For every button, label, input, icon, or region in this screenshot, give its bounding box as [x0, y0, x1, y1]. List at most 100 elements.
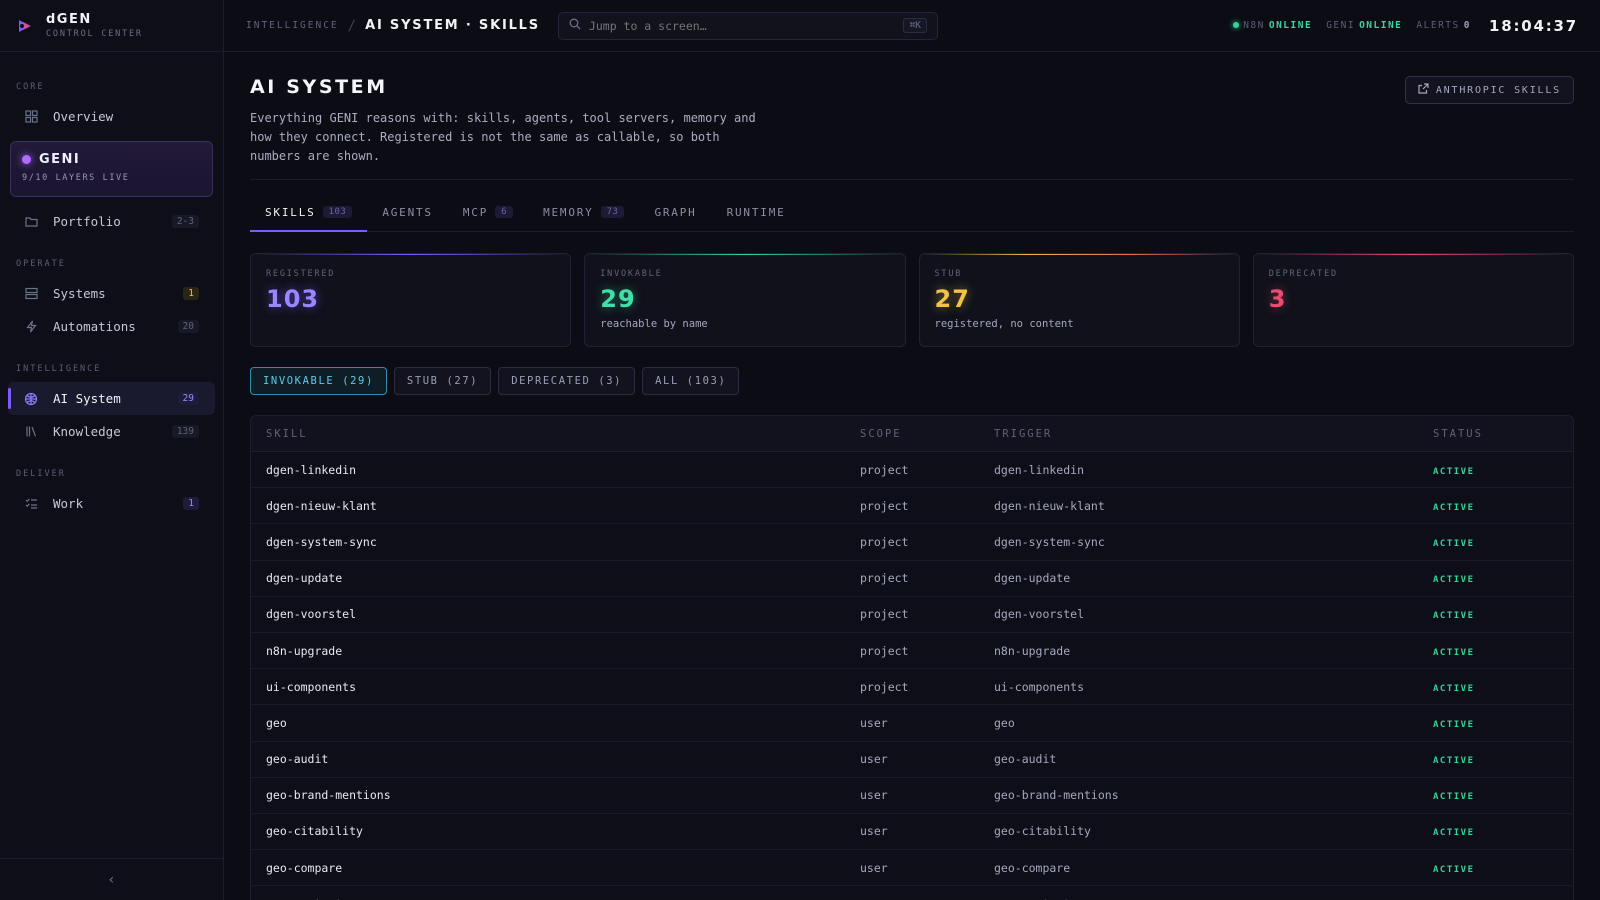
status-group: N8N ONLINE GENI ONLINE ALERTS 0 18:04:37 [1233, 17, 1578, 35]
table-row[interactable]: geo-citability user geo-citability ACTIVE [251, 814, 1573, 851]
tab-memory[interactable]: MEMORY 73 [528, 193, 639, 231]
nav-section-intelligence: INTELLIGENCE [16, 364, 102, 374]
tab-label: GRAPH [654, 205, 697, 219]
sidebar: dGEN CONTROL CENTER CORE Overview GENI 9… [0, 0, 224, 900]
status-cell: ACTIVE [1433, 824, 1573, 838]
table-row[interactable]: n8n-upgrade project n8n-upgrade ACTIVE [251, 633, 1573, 670]
table-row[interactable]: geo user geo ACTIVE [251, 705, 1573, 742]
status-badge: ACTIVE [1433, 502, 1475, 513]
table-row[interactable]: dgen-linkedin project dgen-linkedin ACTIVE [251, 452, 1573, 489]
list-check-icon [24, 497, 38, 511]
column-header-trigger[interactable]: TRIGGER [994, 428, 1433, 440]
table-row[interactable]: dgen-voorstel project dgen-voorstel ACTIVE [251, 597, 1573, 633]
skill-cell: dgen-system-sync [266, 534, 377, 549]
stat-label: REGISTERED [266, 269, 336, 279]
status-cell: ACTIVE [1433, 499, 1573, 513]
geni-card[interactable]: GENI 9/10 LAYERS LIVE [10, 141, 213, 197]
filter-deprecated-button[interactable]: DEPRECATED (3) [498, 367, 636, 395]
tab-label: AGENTS [382, 205, 433, 219]
sidebar-item-ai-system[interactable]: AI System 29 [8, 382, 215, 415]
sidebar-item-label: Portfolio [53, 214, 121, 229]
server-icon [24, 287, 38, 301]
tab-graph[interactable]: GRAPH [639, 193, 711, 231]
geni-subtitle: 9/10 LAYERS LIVE [22, 173, 130, 183]
sidebar-item-automations[interactable]: Automations 20 [8, 310, 215, 343]
brand-subtitle: CONTROL CENTER [46, 28, 143, 39]
table-row[interactable]: geo-compare user geo-compare ACTIVE [251, 850, 1573, 887]
stat-label: INVOKABLE [600, 269, 663, 279]
status-badge: ACTIVE [1433, 611, 1475, 622]
scope-cell: project [860, 534, 909, 549]
main-area: INTELLIGENCE / AI SYSTEM · SKILLS ⌘K N8N… [224, 0, 1600, 900]
trigger-cell: geo-citability [994, 824, 1091, 839]
n8n-status-value: ONLINE [1268, 20, 1313, 31]
status-cell: ACTIVE [1433, 571, 1573, 585]
n8n-status: N8N ONLINE [1233, 20, 1312, 31]
content: AI SYSTEM Everything GENI reasons with: … [224, 52, 1600, 900]
trigger-cell: geo [994, 715, 1015, 730]
sidebar-item-overview[interactable]: Overview [8, 100, 215, 133]
status-badge: ACTIVE [1433, 828, 1475, 839]
status-badge: ACTIVE [1433, 575, 1475, 586]
search-icon [569, 18, 581, 33]
scope-cell: project [860, 679, 909, 694]
grid-icon [24, 110, 38, 124]
search-input[interactable] [588, 18, 904, 33]
nav-section-deliver: DELIVER [16, 469, 66, 479]
stat-label: DEPRECATED [1268, 269, 1338, 279]
filter-all-button[interactable]: ALL (103) [642, 367, 740, 395]
skill-cell: dgen-linkedin [266, 462, 357, 477]
tab-mcp[interactable]: MCP 6 [448, 193, 528, 231]
filter-stub-button[interactable]: STUB (27) [393, 367, 492, 395]
sidebar-item-portfolio[interactable]: Portfolio 2-3 [8, 205, 215, 238]
table-row[interactable]: dgen-system-sync project dgen-system-sync A… [251, 524, 1573, 561]
trigger-cell: geo-audit [994, 752, 1057, 767]
tab-agents[interactable]: AGENTS [367, 193, 448, 231]
sidebar-item-label: Systems [53, 286, 106, 301]
status-badge: ACTIVE [1433, 538, 1475, 549]
n8n-status-key: N8N [1243, 20, 1265, 31]
table-row[interactable]: geo-audit user geo-audit ACTIVE [251, 742, 1573, 778]
skills-table: SKILL SCOPE TRIGGER STATUS dgen-linkedin… [250, 415, 1574, 900]
tab-runtime[interactable]: RUNTIME [712, 193, 801, 231]
tab-label: SKILLS [265, 205, 316, 219]
tab-count: 103 [322, 206, 353, 218]
trigger-cell: dgen-nieuw-klant [994, 498, 1105, 513]
trigger-cell: geo-compare [994, 860, 1071, 875]
table-row[interactable]: geo-contentusergeo-contentACTIVE [251, 886, 1573, 900]
anthropic-skills-button[interactable]: ANTHROPIC SKILLS [1404, 76, 1574, 104]
collapse-sidebar-button[interactable]: ‹ [0, 858, 223, 900]
status-cell: ACTIVE [1433, 607, 1573, 621]
status-cell: ACTIVE [1433, 788, 1573, 802]
table-row[interactable]: dgen-nieuw-klant project dgen-nieuw-klant A… [251, 488, 1573, 525]
scope-cell: user [860, 788, 888, 803]
sidebar-item-systems[interactable]: Systems 1 [8, 277, 215, 310]
sidebar-item-work[interactable]: Work 1 [8, 487, 215, 520]
breadcrumb-current: AI SYSTEM · SKILLS [365, 18, 540, 33]
tab-skills[interactable]: SKILLS 103 [250, 193, 368, 232]
column-header-scope[interactable]: SCOPE [860, 428, 994, 440]
search-shortcut: ⌘K [903, 18, 927, 33]
scope-cell: user [860, 752, 888, 767]
table-row[interactable]: geo-brand-mentions user geo-brand-mentions… [251, 778, 1573, 814]
search-box[interactable]: ⌘K [557, 11, 938, 40]
breadcrumb-separator: / [347, 17, 357, 34]
sidebar-item-label: Work [53, 496, 84, 511]
filter-invokable-button[interactable]: INVOKABLE (29) [250, 367, 387, 395]
status-badge: ACTIVE [1433, 683, 1475, 694]
sidebar-item-knowledge[interactable]: Knowledge 139 [8, 415, 215, 448]
column-header-skill[interactable]: SKILL [251, 428, 860, 440]
trigger-cell: dgen-voorstel [994, 607, 1085, 622]
column-header-status[interactable]: STATUS [1433, 428, 1573, 440]
alerts-status[interactable]: ALERTS 0 [1416, 20, 1471, 31]
status-cell: ACTIVE [1433, 535, 1573, 549]
scope-cell: project [860, 643, 909, 658]
brand[interactable]: dGEN CONTROL CENTER [0, 0, 223, 52]
scope-cell: user [860, 860, 888, 875]
table-row[interactable]: dgen-update project dgen-update ACTIVE [251, 561, 1573, 597]
sidebar-item-label: Knowledge [53, 424, 121, 439]
table-row[interactable]: ui-components project ui-components ACTIVE [251, 669, 1573, 706]
trigger-cell: n8n-upgrade [994, 643, 1071, 658]
table-header: SKILL SCOPE TRIGGER STATUS [251, 416, 1573, 452]
breadcrumb-parent[interactable]: INTELLIGENCE [246, 20, 339, 31]
